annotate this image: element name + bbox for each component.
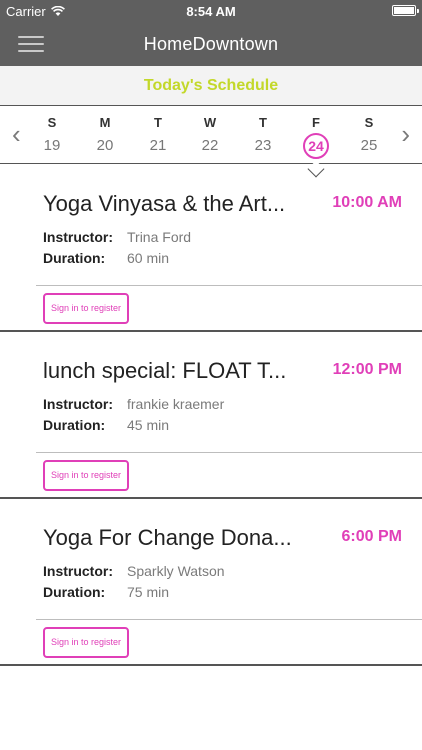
instructor-label: Instructor: [43, 229, 113, 245]
duration-value: 60 min [127, 250, 170, 266]
day-letter: T [154, 115, 162, 130]
day-letter: T [259, 115, 267, 130]
day-letter: W [203, 115, 217, 130]
instructor-row: Instructor: Sparkly Watson [43, 563, 225, 579]
day-letter: S [47, 115, 57, 130]
week-selector: ‹ S 19 M 20 T 21 W 22 T 23 F 24 S 25 › [0, 107, 422, 164]
day-number: 23 [254, 137, 272, 154]
day-number: 20 [96, 137, 114, 154]
class-time: 12:00 PM [332, 361, 402, 378]
card-divider [36, 285, 422, 286]
day-wednesday-22[interactable]: W 22 [190, 115, 230, 157]
class-time: 6:00 PM [341, 528, 402, 545]
day-thursday-23[interactable]: T 23 [243, 115, 283, 157]
chevron-right-icon[interactable]: › [401, 121, 410, 147]
day-number: 25 [360, 137, 378, 154]
selected-day-number: 24 [303, 133, 329, 159]
day-sunday-19[interactable]: S 19 [32, 115, 72, 157]
class-card: Yoga Vinyasa & the Art... 10:00 AM Instr… [0, 165, 422, 333]
class-card: Yoga For Change Dona... 6:00 PM Instruct… [0, 499, 422, 667]
status-time: 8:54 AM [186, 4, 236, 19]
duration-row: Duration: 45 min [43, 417, 169, 433]
day-letter: S [364, 115, 374, 130]
instructor-name: Sparkly Watson [127, 563, 225, 579]
day-friday-24-selected[interactable]: F 24 [296, 115, 336, 159]
instructor-row: Instructor: frankie kraemer [43, 396, 224, 412]
duration-label: Duration: [43, 250, 106, 266]
duration-row: Duration: 60 min [43, 250, 169, 266]
section-divider [0, 664, 422, 666]
battery-icon [392, 5, 419, 16]
status-bar: Carrier 8:54 AM [0, 0, 422, 22]
duration-label: Duration: [43, 584, 106, 600]
day-number: 22 [201, 137, 219, 154]
duration-value: 75 min [127, 584, 170, 600]
day-number: 19 [43, 137, 61, 154]
instructor-name: Trina Ford [127, 229, 192, 245]
class-time: 10:00 AM [332, 194, 402, 211]
class-card: lunch special: FLOAT T... 12:00 PM Instr… [0, 332, 422, 500]
duration-row: Duration: 75 min [43, 584, 169, 600]
class-title[interactable]: Yoga Vinyasa & the Art... [43, 191, 308, 217]
instructor-name: frankie kraemer [127, 396, 225, 412]
day-number: 21 [149, 137, 167, 154]
class-title[interactable]: lunch special: FLOAT T... [43, 358, 308, 384]
schedule-header: Today's Schedule [0, 66, 422, 106]
instructor-label: Instructor: [43, 396, 113, 412]
navigation-bar: HomeDowntown [0, 22, 422, 66]
day-saturday-25[interactable]: S 25 [349, 115, 389, 157]
card-divider [36, 452, 422, 453]
sign-in-to-register-button[interactable]: Sign in to register [43, 460, 129, 491]
day-letter: M [99, 115, 111, 130]
duration-value: 45 min [127, 417, 170, 433]
sign-in-to-register-button[interactable]: Sign in to register [43, 293, 129, 324]
day-tuesday-21[interactable]: T 21 [138, 115, 178, 157]
duration-label: Duration: [43, 417, 106, 433]
class-title[interactable]: Yoga For Change Dona... [43, 525, 308, 551]
instructor-row: Instructor: Trina Ford [43, 229, 191, 245]
page-title: HomeDowntown [143, 34, 279, 54]
card-divider [36, 619, 422, 620]
day-letter: F [312, 115, 320, 130]
instructor-label: Instructor: [43, 563, 113, 579]
chevron-left-icon[interactable]: ‹ [12, 121, 21, 147]
day-monday-20[interactable]: M 20 [85, 115, 125, 157]
sign-in-to-register-button[interactable]: Sign in to register [43, 627, 129, 658]
